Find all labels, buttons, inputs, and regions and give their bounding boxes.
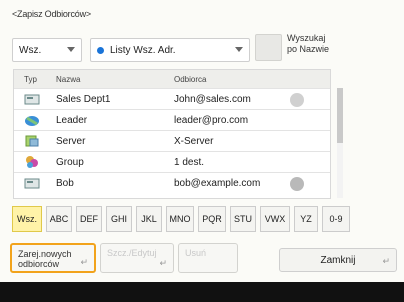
table-row[interactable]: Leader leader@pro.com — [14, 109, 330, 131]
email-icon — [25, 116, 39, 126]
page-title: <Zapisz Odbiorców> — [12, 9, 91, 19]
alpha-tab-mno[interactable]: MNO — [166, 206, 194, 232]
search-by-name-label: Wyszukaj po Nazwie — [287, 33, 329, 55]
alpha-tab-jkl[interactable]: JKL — [136, 206, 162, 232]
row-recipient: John@sales.com — [174, 94, 251, 105]
address-book-dropdown-value: Listy Wsz. Adr. — [110, 44, 176, 56]
register-button-line2: odbiorców — [18, 259, 60, 269]
details-edit-button[interactable]: Szcz./Edytuj ↵ — [100, 243, 174, 273]
enter-icon: ↵ — [382, 256, 390, 266]
row-recipient: 1 dest. — [174, 157, 205, 168]
table-header: Typ Nazwa Odbiorca — [14, 70, 330, 88]
alpha-tab-0-9[interactable]: 0-9 — [322, 206, 350, 232]
row-detail-button[interactable] — [290, 93, 304, 107]
search-by-name-label-line2: po Nazwie — [287, 44, 330, 54]
fax-icon — [24, 94, 40, 105]
row-name: Bob — [56, 178, 74, 189]
destination-table: Typ Nazwa Odbiorca Sales Dept1 John@sale… — [13, 69, 343, 199]
details-edit-label: Szcz./Edytuj — [107, 248, 157, 258]
header-recipient: Odbiorca — [174, 75, 207, 84]
row-recipient: bob@example.com — [174, 178, 261, 189]
alpha-index-tabs: Wsz. ABC DEF GHI JKL MNO PQR STU VWX YZ … — [12, 206, 350, 232]
table-scrollbar[interactable] — [337, 88, 343, 198]
search-by-name-label-line1: Wyszukaj — [287, 33, 326, 43]
table-row[interactable]: Group 1 dest. — [14, 151, 330, 173]
delete-label: Usuń — [185, 248, 207, 258]
bottom-status-bar — [0, 282, 404, 302]
alpha-tab-pqr[interactable]: PQR — [198, 206, 226, 232]
search-by-name-toggle[interactable] — [255, 34, 282, 61]
address-book-dropdown[interactable]: Listy Wsz. Adr. — [90, 38, 250, 62]
scrollbar-thumb[interactable] — [337, 88, 343, 143]
register-new-destinations-button[interactable]: Zarej.nowych odbiorców ↵ — [10, 243, 96, 273]
group-icon — [26, 156, 38, 168]
row-name: Group — [56, 157, 84, 168]
row-recipient: X-Server — [174, 136, 214, 147]
enter-icon: ↵ — [159, 258, 167, 268]
row-name: Server — [56, 136, 86, 147]
header-name: Nazwa — [56, 75, 81, 84]
chevron-down-icon — [67, 47, 75, 52]
register-button-line1: Zarej.nowych — [18, 249, 72, 259]
table-row[interactable]: Bob bob@example.com — [14, 172, 330, 194]
alpha-tab-all[interactable]: Wsz. — [12, 206, 42, 232]
row-name: Sales Dept1 — [56, 94, 111, 105]
alpha-tab-yz[interactable]: YZ — [294, 206, 318, 232]
delete-button[interactable]: Usuń — [178, 243, 238, 273]
alpha-tab-abc[interactable]: ABC — [46, 206, 72, 232]
range-dropdown-value: Wsz. — [19, 44, 42, 56]
table-row[interactable]: Server X-Server — [14, 130, 330, 152]
server-icon — [25, 135, 39, 147]
alpha-tab-vwx[interactable]: VWX — [260, 206, 290, 232]
row-detail-button[interactable] — [290, 177, 304, 191]
alpha-tab-stu[interactable]: STU — [230, 206, 256, 232]
table-row[interactable]: Sales Dept1 John@sales.com — [14, 88, 330, 110]
address-book-icon — [97, 46, 104, 54]
close-button[interactable]: Zamknij ↵ — [279, 248, 397, 272]
chevron-down-icon — [235, 47, 243, 52]
alpha-tab-def[interactable]: DEF — [76, 206, 102, 232]
fax-icon — [24, 178, 40, 189]
register-destinations-panel: <Zapisz Odbiorców> Wsz. Listy Wsz. Adr. … — [0, 0, 404, 282]
row-recipient: leader@pro.com — [174, 115, 249, 126]
row-name: Leader — [56, 115, 88, 126]
range-dropdown[interactable]: Wsz. — [12, 38, 82, 62]
enter-icon: ↵ — [80, 257, 88, 267]
close-label: Zamknij — [320, 254, 356, 266]
header-type: Typ — [24, 75, 37, 84]
alpha-tab-ghi[interactable]: GHI — [106, 206, 132, 232]
